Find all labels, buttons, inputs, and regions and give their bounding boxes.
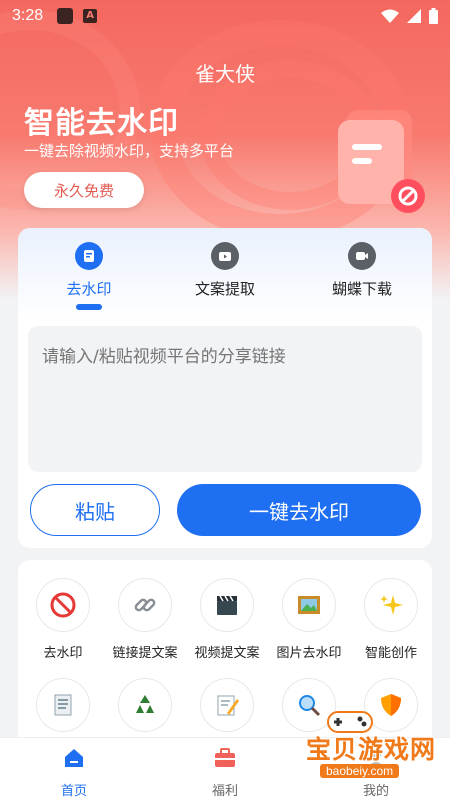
battery-icon [429,8,438,24]
tool-memo[interactable] [186,678,268,742]
status-bar: 3:28 A [0,0,450,32]
video-text-icon [211,242,239,270]
no-sign-icon [36,578,90,632]
tool-recycle[interactable] [104,678,186,742]
nav-label: 首页 [60,784,87,799]
document-watermark-illustration-icon [338,110,425,213]
tab-label: 文案提取 [194,280,255,298]
paste-button[interactable]: 粘贴 [30,484,160,536]
watermark-text: 宝贝游戏网 [306,735,437,764]
recycle-icon [118,678,172,732]
hero-title: 智能去水印 [24,106,179,141]
tab-label: 去水印 [66,280,112,298]
picture-icon [282,578,336,632]
tab-remove-watermark[interactable]: 去水印 [29,242,149,299]
tool-label: 视频提文案 [194,646,260,661]
tool-label: 去水印 [43,646,83,661]
notification-icon [57,8,74,24]
link-icon [118,578,172,632]
app-title: 雀大侠 [195,62,255,86]
watermark-stamp-icon [75,242,103,270]
remove-watermark-button[interactable]: 一键去水印 [177,484,421,536]
tool-video-copy[interactable]: 视频提文案 [186,578,268,661]
sparkles-icon [364,578,418,632]
notepad-icon [36,678,90,732]
tab-butterfly-download[interactable]: 蝴蝶下载 [302,242,422,299]
watermark-url: baobeiy.com [320,764,400,778]
memo-icon [200,678,254,732]
tool-label: 链接提文案 [112,646,178,661]
tool-label: 图片去水印 [276,646,342,661]
status-time: 3:28 [12,7,44,24]
share-link-input[interactable] [28,326,422,472]
wifi-icon [381,9,399,23]
site-watermark: 宝贝游戏网 baobeiy.com [270,704,440,796]
signal-icon [407,9,421,23]
tool-notepad[interactable] [22,678,104,742]
tool-remove-watermark[interactable]: 去水印 [22,578,104,661]
nav-label: 福利 [211,784,238,799]
free-forever-button[interactable]: 永久免费 [24,172,144,208]
nav-home[interactable]: 首页 [34,746,114,799]
tool-label: 智能创作 [364,646,417,661]
tab-label: 蝴蝶下载 [331,280,392,298]
tab-indicator [76,304,102,310]
tab-copy-extract[interactable]: 文案提取 [165,242,285,299]
app-notification-icon: A [83,9,98,23]
tool-image-watermark[interactable]: 图片去水印 [268,578,350,661]
toolbox-icon [215,748,235,767]
tool-smart-create[interactable]: 智能创作 [350,578,432,661]
video-download-icon [348,242,376,270]
nav-welfare[interactable]: 福利 [185,746,265,799]
watermark-panel: 去水印 文案提取 蝴蝶下载 粘贴 一键去水印 [18,228,432,548]
home-icon [65,749,83,767]
clapper-icon [200,578,254,632]
tool-link-copy[interactable]: 链接提文案 [104,578,186,661]
hero-subtitle: 一键去除视频水印，支持多平台 [24,142,235,160]
